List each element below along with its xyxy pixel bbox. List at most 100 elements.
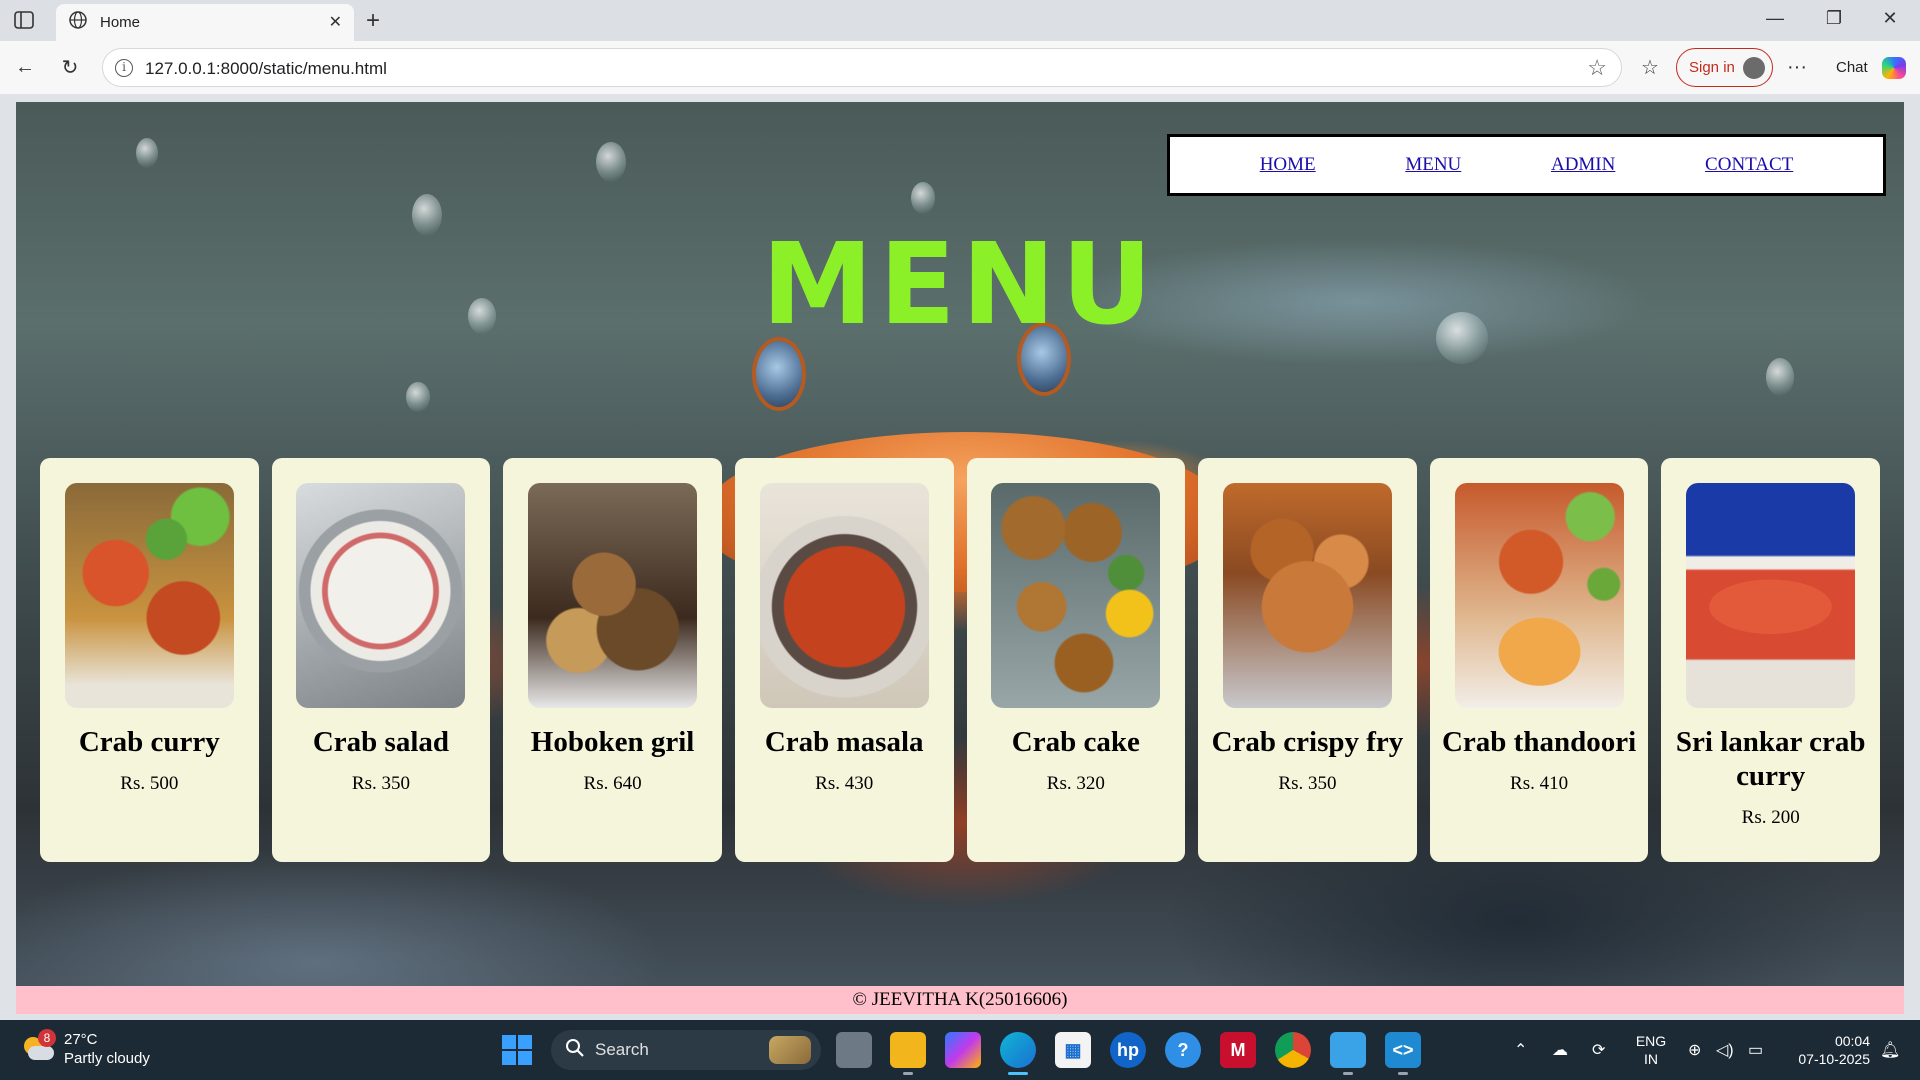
windows-start-icon[interactable] <box>502 1035 532 1065</box>
water-drop <box>596 142 626 182</box>
dish-price: Rs. 350 <box>1278 773 1337 794</box>
onedrive-icon[interactable]: ☁ <box>1552 1040 1568 1060</box>
browser-toolbar: ← ↻ i 127.0.0.1:8000/static/menu.html ☆ … <box>0 41 1920 94</box>
nav-link-menu[interactable]: MENU <box>1405 154 1461 176</box>
menu-card: Crab salad Rs. 350 <box>271 458 491 862</box>
main-nav: HOME MENU ADMIN CONTACT <box>1167 134 1886 196</box>
water-drop <box>406 382 430 412</box>
browser-tab[interactable]: Home ✕ <box>56 4 354 41</box>
dish-image <box>1686 483 1856 708</box>
dish-price: Rs. 200 <box>1741 807 1800 828</box>
network-icon[interactable]: ⊕ <box>1688 1040 1701 1060</box>
windows-taskbar: 8 27°C Partly cloudy Search ▦ hp ? M <> … <box>0 1020 1920 1080</box>
store-icon[interactable]: ▦ <box>1055 1032 1091 1068</box>
tab-title: Home <box>100 14 141 31</box>
browser-tab-bar: Home ✕ + — ❐ ✕ <box>0 0 1920 41</box>
dish-name: Sri lankar crab curry <box>1675 726 1866 792</box>
weather-condition: Partly cloudy <box>64 1050 150 1067</box>
notepad-icon[interactable] <box>1330 1032 1366 1075</box>
menu-card: Crab crispy fry Rs. 350 <box>1198 458 1417 862</box>
globe-icon <box>68 10 88 35</box>
language-indicator[interactable]: ENG IN <box>1634 1032 1668 1068</box>
close-icon[interactable]: ✕ <box>329 12 342 32</box>
dish-price: Rs. 350 <box>351 773 410 794</box>
refresh-icon[interactable]: ↻ <box>57 54 83 80</box>
plus-icon[interactable]: + <box>366 7 380 35</box>
dish-name: Crab curry <box>78 726 220 758</box>
dish-price: Rs. 430 <box>815 773 874 794</box>
close-window-icon[interactable]: ✕ <box>1878 8 1902 29</box>
search-highlight-icon <box>769 1036 811 1064</box>
taskbar-search[interactable]: Search <box>551 1030 821 1070</box>
clock-date: 07-10-2025 <box>1798 1051 1870 1067</box>
task-view-icon[interactable] <box>836 1032 872 1068</box>
temperature: 27°C <box>64 1031 98 1048</box>
address-bar[interactable]: i 127.0.0.1:8000/static/menu.html ☆ <box>102 48 1622 87</box>
dish-name: Crab cake <box>1011 726 1140 758</box>
dish-name: Crab crispy fry <box>1211 726 1404 758</box>
dish-image <box>64 483 234 708</box>
minimize-icon[interactable]: — <box>1763 8 1787 29</box>
copilot-icon <box>1882 57 1906 79</box>
favorites-icon[interactable]: ☆ <box>1637 54 1663 80</box>
menu-card: Crab curry Rs. 500 <box>40 458 259 862</box>
dish-image <box>991 483 1161 708</box>
volume-icon[interactable]: ◁) <box>1716 1040 1734 1060</box>
chevron-up-icon[interactable]: ⌃ <box>1514 1040 1527 1060</box>
menu-card: Hoboken gril Rs. 640 <box>503 458 722 862</box>
file-explorer-icon[interactable] <box>890 1032 926 1075</box>
chrome-icon[interactable] <box>1275 1032 1311 1068</box>
water-drop <box>136 138 158 168</box>
dish-image <box>296 483 466 708</box>
language-line1: ENG <box>1635 1033 1667 1049</box>
dish-price: Rs. 320 <box>1046 773 1105 794</box>
info-icon[interactable]: i <box>115 59 133 77</box>
more-icon[interactable]: ··· <box>1784 54 1810 80</box>
weather-widget[interactable]: 8 27°C Partly cloudy <box>22 1029 150 1068</box>
avatar-icon <box>1743 57 1765 79</box>
notification-bell-icon[interactable]: 🔔︎ <box>1880 1040 1900 1060</box>
dish-name: Crab masala <box>764 726 924 758</box>
dish-image <box>1454 483 1624 708</box>
menu-card: Crab thandoori Rs. 410 <box>1429 458 1649 862</box>
weather-badge: 8 <box>38 1029 56 1047</box>
dish-image <box>528 483 698 708</box>
mcafee-icon[interactable]: M <box>1220 1032 1256 1068</box>
menu-card: Crab masala Rs. 430 <box>734 458 954 862</box>
chat-button[interactable]: Chat <box>1826 48 1914 87</box>
nav-link-home[interactable]: HOME <box>1260 154 1316 176</box>
clock-time: 00:04 <box>1834 1033 1870 1049</box>
dish-name: Hoboken gril <box>530 726 695 758</box>
nav-link-contact[interactable]: CONTACT <box>1705 154 1793 176</box>
page-title: MENU <box>761 220 1159 350</box>
dish-name: Crab salad <box>312 726 450 758</box>
sync-icon[interactable]: ⟳ <box>1592 1040 1605 1060</box>
nav-link-admin[interactable]: ADMIN <box>1551 154 1615 176</box>
back-icon[interactable]: ← <box>12 54 38 80</box>
dish-image <box>759 483 929 708</box>
water-drop <box>1766 358 1794 396</box>
search-icon <box>565 1038 585 1063</box>
menu-card: Sri lankar crab curry Rs. 200 <box>1661 458 1880 862</box>
dish-price: Rs. 640 <box>583 773 642 794</box>
dish-name: Crab thandoori <box>1441 726 1637 758</box>
footer-text: © JEEVITHA K(25016606) <box>852 989 1068 1010</box>
battery-icon[interactable]: ▭ <box>1748 1040 1763 1060</box>
page-viewport: HOME MENU ADMIN CONTACT MENU Crab curry … <box>16 102 1904 1014</box>
dish-image <box>1222 483 1392 708</box>
language-line2: IN <box>1644 1051 1658 1067</box>
copilot-icon[interactable] <box>945 1032 981 1068</box>
restore-icon[interactable]: ❐ <box>1822 8 1846 29</box>
edge-icon[interactable] <box>1000 1032 1036 1075</box>
dish-price: Rs. 410 <box>1510 773 1569 794</box>
dish-price: Rs. 500 <box>120 773 179 794</box>
water-drop <box>911 182 935 214</box>
hp-icon[interactable]: hp <box>1110 1032 1146 1068</box>
vscode-icon[interactable]: <> <box>1385 1032 1421 1075</box>
sidebar-icon[interactable] <box>12 9 36 31</box>
address-text[interactable]: 127.0.0.1:8000/static/menu.html <box>145 59 387 79</box>
clock[interactable]: 00:04 07-10-2025 <box>1778 1032 1870 1068</box>
signin-button[interactable]: Sign in <box>1676 48 1773 87</box>
help-icon[interactable]: ? <box>1165 1032 1201 1068</box>
star-icon[interactable]: ☆ <box>1587 55 1607 81</box>
